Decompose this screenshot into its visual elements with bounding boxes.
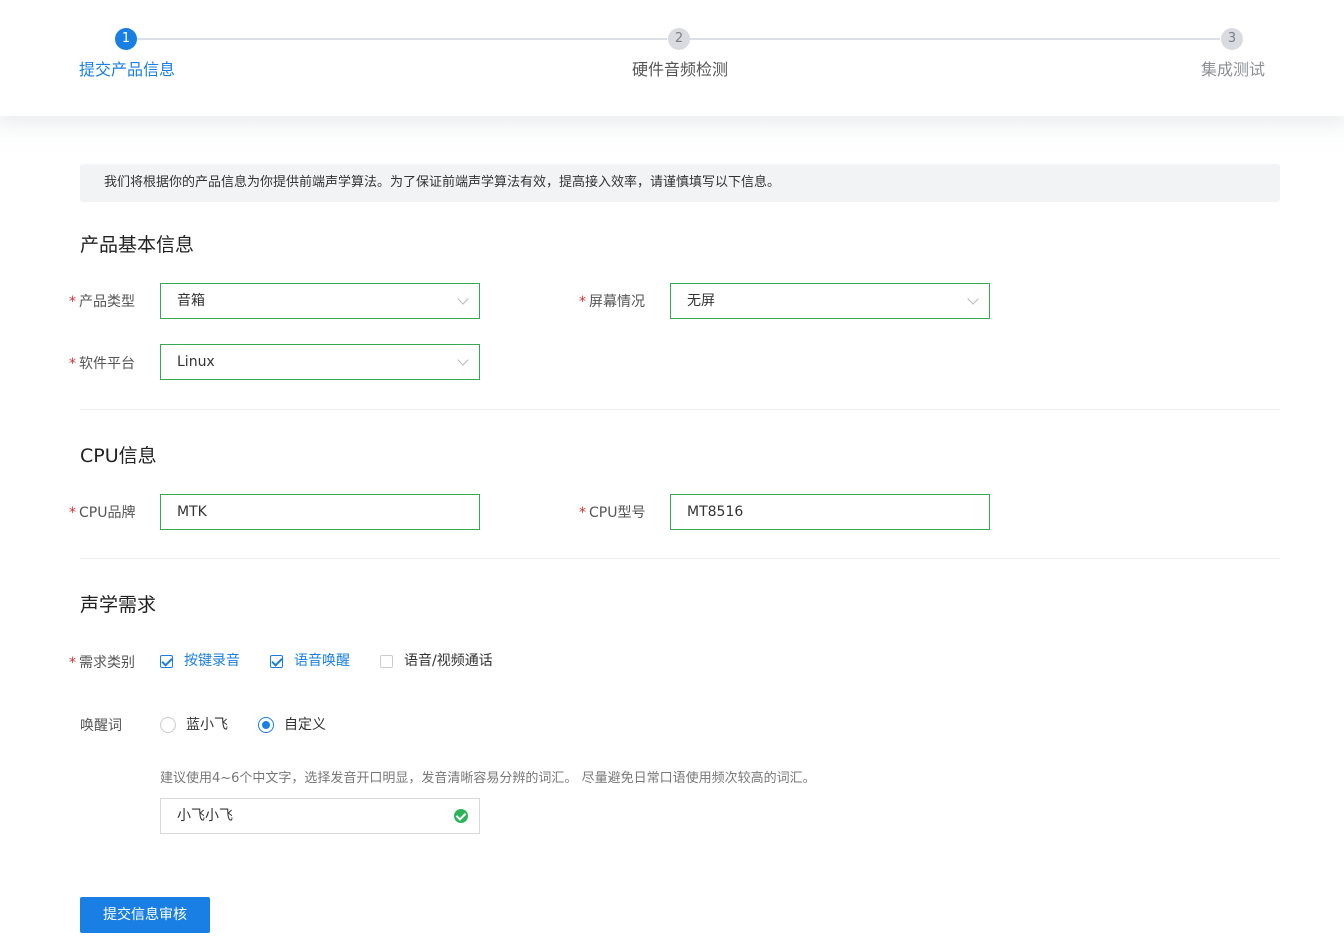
checkbox-voice-video-call-label[interactable]: 语音/视频通话 xyxy=(404,651,493,671)
platform-value: Linux xyxy=(177,354,215,370)
wake-word-hint: 建议使用4~6个中文字，选择发音开口明显，发音清晰容易分辨的词汇。 尽量避免日常… xyxy=(160,771,816,786)
required-mark: * xyxy=(579,294,586,310)
checkbox-key-record[interactable] xyxy=(160,655,173,668)
step-3-label: 集成测试 xyxy=(1201,60,1266,79)
section-divider xyxy=(80,558,1280,559)
screen-label: * 屏幕情况 xyxy=(579,294,645,310)
required-mark: * xyxy=(69,294,76,310)
platform-label: * 软件平台 xyxy=(69,356,135,372)
required-mark: * xyxy=(579,505,586,521)
section-title-acoustic: 声学需求 xyxy=(80,594,157,616)
requirement-label: * 需求类别 xyxy=(69,655,135,671)
step-connector xyxy=(137,38,667,40)
product-type-label: * 产品类型 xyxy=(69,294,135,310)
step-1-label: 提交产品信息 xyxy=(79,60,176,79)
submit-button[interactable]: 提交信息审核 xyxy=(80,897,210,933)
section-divider xyxy=(80,409,1280,410)
radio-custom-label[interactable]: 自定义 xyxy=(284,715,326,735)
step-2-label: 硬件音频检测 xyxy=(632,60,729,79)
step-3-indicator: 3 xyxy=(1221,28,1243,50)
checkbox-voice-video-call[interactable] xyxy=(380,655,393,668)
screen-select[interactable]: 无屏 xyxy=(670,283,990,319)
checkbox-key-record-label[interactable]: 按键录音 xyxy=(184,651,240,671)
step-1-indicator: 1 xyxy=(115,28,137,50)
chevron-down-icon xyxy=(457,354,469,366)
product-type-value: 音箱 xyxy=(177,293,205,309)
steps-bar: 1 提交产品信息 2 硬件音频检测 3 集成测试 xyxy=(0,0,1344,116)
required-mark: * xyxy=(69,505,76,521)
cpu-brand-input[interactable]: MTK xyxy=(160,494,480,530)
product-type-select[interactable]: 音箱 xyxy=(160,283,480,319)
check-circle-icon xyxy=(454,809,468,823)
checkbox-voice-wake[interactable] xyxy=(270,655,283,668)
required-mark: * xyxy=(69,356,76,372)
required-mark: * xyxy=(69,655,76,671)
step-connector xyxy=(690,38,1220,40)
wake-word-input[interactable]: 小飞小飞 xyxy=(160,798,480,834)
chevron-down-icon xyxy=(967,293,979,305)
radio-lan-xiaofei[interactable] xyxy=(160,717,176,733)
cpu-model-label: * CPU型号 xyxy=(579,505,646,521)
cpu-model-input[interactable]: MT8516 xyxy=(670,494,990,530)
platform-select[interactable]: Linux xyxy=(160,344,480,380)
section-title-cpu-info: CPU信息 xyxy=(80,445,157,467)
info-notice: 我们将根据你的产品信息为你提供前端声学算法。为了保证前端声学算法有效，提高接入效… xyxy=(80,164,1280,202)
radio-lan-xiaofei-label[interactable]: 蓝小飞 xyxy=(186,715,228,735)
screen-value: 无屏 xyxy=(687,293,715,309)
wake-word-value: 小飞小飞 xyxy=(177,808,233,824)
radio-custom[interactable] xyxy=(258,717,274,733)
chevron-down-icon xyxy=(457,293,469,305)
step-2-indicator: 2 xyxy=(668,28,690,50)
wake-word-label: 唤醒词 xyxy=(80,718,122,734)
checkbox-voice-wake-label[interactable]: 语音唤醒 xyxy=(294,651,350,671)
section-title-basic-info: 产品基本信息 xyxy=(80,234,195,256)
cpu-brand-label: * CPU品牌 xyxy=(69,505,136,521)
